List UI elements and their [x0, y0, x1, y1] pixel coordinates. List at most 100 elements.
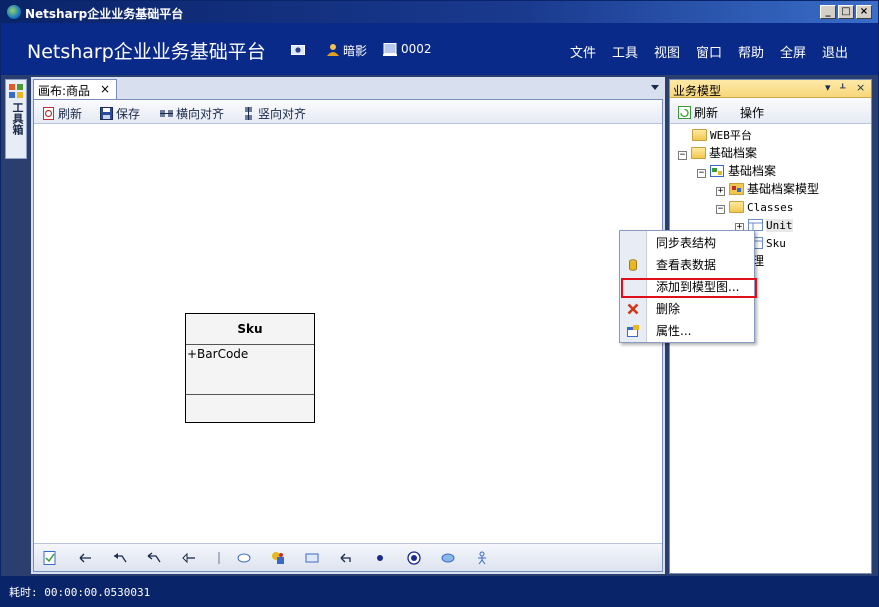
model-icon	[729, 183, 744, 195]
class-box-sku[interactable]: Sku +BarCode	[185, 313, 315, 423]
panel-pin-icon[interactable]: ᚆ	[840, 81, 845, 94]
rectangle-icon[interactable]	[305, 551, 319, 565]
tool-separator	[218, 552, 220, 564]
check-icon[interactable]	[43, 551, 57, 565]
elapsed-time: 耗时: 00:00:00.0530031	[9, 586, 151, 599]
diagram-canvas[interactable]: Sku +BarCode	[34, 124, 662, 543]
refresh-label: 刷新	[58, 107, 83, 121]
tree-node-label: Classes	[747, 201, 794, 214]
close-window-button[interactable]: ×	[856, 5, 872, 19]
menu-item-sync-table[interactable]: 同步表结构	[620, 232, 754, 254]
collapse-icon[interactable]: −	[697, 169, 706, 178]
actor-icon[interactable]	[475, 551, 489, 565]
diagram-tools-bar	[34, 543, 662, 571]
refresh-icon	[678, 106, 691, 119]
camera-icon[interactable]	[291, 43, 305, 56]
association-icon[interactable]	[113, 551, 127, 565]
document-panel: 画布:商品 × 刷新 保存 横向对齐 竖向对齐 Sku +BarCode	[31, 77, 665, 574]
dot-icon[interactable]	[373, 551, 387, 565]
panel-header: 业务模型 ▾ ᚆ ×	[670, 80, 871, 98]
tree-node-label: Sku	[766, 237, 786, 250]
app-logo-icon	[7, 5, 21, 19]
align-horizontal-icon	[160, 110, 173, 117]
menu-item-label: 属性...	[656, 324, 692, 338]
tree-node-label: Unit	[766, 219, 793, 232]
class-name: Sku	[186, 314, 314, 345]
menu-item-label: 删除	[656, 302, 681, 316]
save-label: 保存	[116, 107, 141, 121]
refresh-button[interactable]: 刷新	[42, 105, 82, 122]
model-tree: WEB平台 − 基础档案 − 基础档案 + 基础档案模型 − Classes + Unit	[670, 124, 871, 573]
oval-icon[interactable]	[441, 551, 455, 565]
menu-window[interactable]: 窗口	[696, 42, 722, 61]
save-button[interactable]: 保存	[100, 105, 140, 122]
collapse-icon[interactable]: −	[678, 151, 687, 160]
tree-node-basic-archive[interactable]: − 基础档案	[678, 144, 757, 162]
menu-file[interactable]: 文件	[570, 42, 596, 61]
menu-view[interactable]: 视图	[654, 42, 680, 61]
tree-node-label: WEB平台	[710, 129, 752, 142]
tab-close-icon[interactable]: ×	[100, 82, 110, 96]
refresh-icon	[43, 107, 54, 120]
highlight-box	[621, 278, 757, 298]
tree-node-label: 基础档案	[728, 164, 777, 178]
ellipse-icon[interactable]	[237, 551, 251, 565]
expand-icon[interactable]: +	[716, 187, 725, 196]
panel-refresh-label: 刷新	[694, 106, 719, 120]
panel-menu-icon[interactable]: ▾	[825, 81, 831, 94]
maximize-button[interactable]: □	[838, 5, 854, 19]
menu-help[interactable]: 帮助	[738, 42, 764, 61]
title-bar: Netsharp企业业务基础平台 _ □ ×	[1, 1, 878, 23]
menu-tools[interactable]: 工具	[612, 42, 638, 61]
org-code: 0002	[401, 42, 432, 56]
properties-icon	[627, 325, 639, 337]
tree-node-classes[interactable]: − Classes	[716, 198, 793, 216]
tree-node-label: 基础档案	[709, 146, 758, 160]
window-title: Netsharp企业业务基础平台	[25, 7, 184, 21]
user-name: 暗影	[343, 44, 368, 58]
menu-item-label: 同步表结构	[656, 236, 717, 250]
tree-node-web-platform[interactable]: WEB平台	[692, 126, 752, 144]
target-icon[interactable]	[407, 551, 421, 565]
document-content: 刷新 保存 横向对齐 竖向对齐 Sku +BarCode	[33, 99, 663, 572]
toolbox-label: 工具箱	[11, 102, 24, 135]
minimize-button[interactable]: _	[820, 5, 836, 19]
align-horizontal-label: 横向对齐	[176, 107, 225, 121]
tree-node-basic-archive-project[interactable]: − 基础档案	[697, 162, 776, 180]
panel-refresh-button[interactable]: 刷新	[678, 104, 718, 121]
tab-list-dropdown-icon[interactable]	[651, 85, 659, 90]
menu-exit[interactable]: 退出	[822, 42, 848, 61]
menu-item-delete[interactable]: 删除	[620, 298, 754, 320]
arrow-left-icon[interactable]	[78, 551, 92, 565]
align-vertical-button[interactable]: 竖向对齐	[242, 105, 306, 122]
context-menu: 同步表结构 查看表数据 添加到模型图... 删除 属性...	[619, 230, 757, 343]
database-icon	[629, 259, 637, 271]
inheritance-icon[interactable]	[182, 551, 196, 565]
menu-item-label: 查看表数据	[656, 258, 717, 272]
back-arrow-icon[interactable]	[339, 551, 353, 565]
tab-label: 画布:商品	[38, 84, 91, 98]
tab-canvas-goods[interactable]: 画布:商品 ×	[33, 79, 117, 99]
align-horizontal-button[interactable]: 横向对齐	[160, 105, 224, 122]
menu-item-properties[interactable]: 属性...	[620, 320, 754, 342]
project-icon	[710, 165, 724, 177]
panel-title: 业务模型	[673, 84, 722, 98]
tree-node-label: 基础档案模型	[747, 182, 820, 196]
app-header: Netsharp企业业务基础平台 暗影 0002 文件 工具 视图 窗口 帮助 …	[1, 23, 878, 75]
folder-icon	[729, 201, 744, 213]
delete-icon	[627, 303, 639, 315]
toolbox-icon	[9, 84, 23, 98]
folder-icon	[691, 147, 706, 159]
canvas-toolbar: 刷新 保存 横向对齐 竖向对齐	[34, 100, 662, 124]
panel-actions-button[interactable]: 操作	[740, 104, 764, 121]
status-bar: 耗时: 00:00:00.0530031	[1, 576, 878, 606]
panel-close-icon[interactable]: ×	[856, 81, 865, 94]
toolbox-tab[interactable]: 工具箱	[5, 79, 27, 159]
dependency-icon[interactable]	[147, 551, 161, 565]
menu-item-view-data[interactable]: 查看表数据	[620, 254, 754, 276]
collapse-icon[interactable]: −	[716, 205, 725, 214]
component-icon[interactable]	[271, 551, 285, 565]
save-icon	[100, 107, 113, 120]
menu-fullscreen[interactable]: 全屏	[780, 42, 806, 61]
tree-node-basic-archive-model[interactable]: + 基础档案模型	[716, 180, 819, 198]
